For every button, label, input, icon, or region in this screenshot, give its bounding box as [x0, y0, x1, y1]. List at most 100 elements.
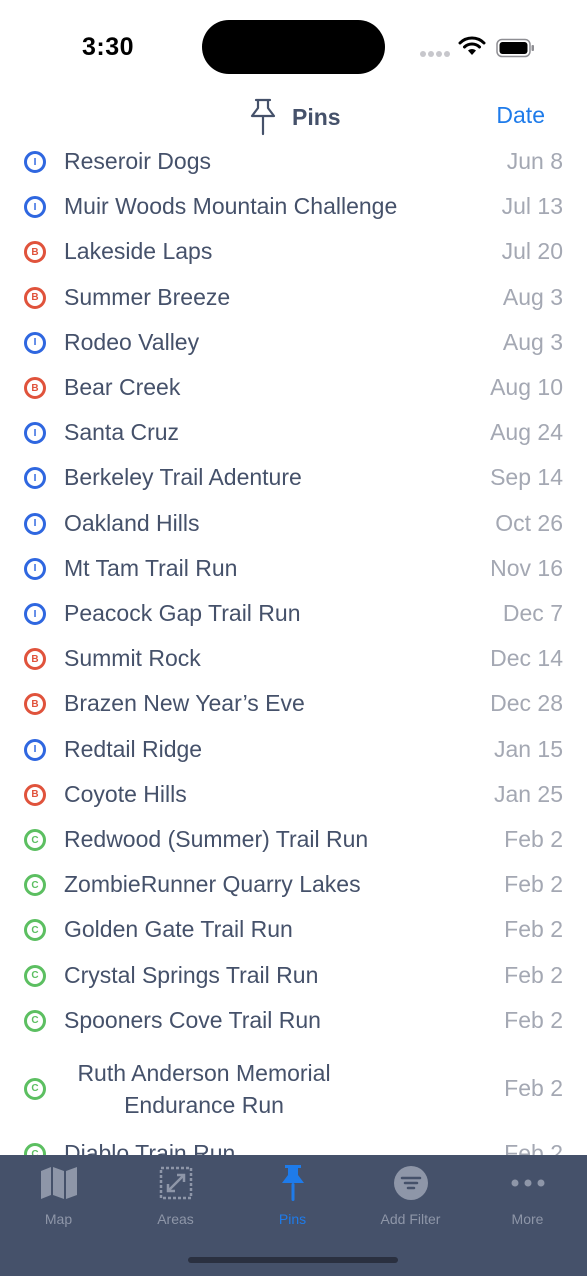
list-item[interactable]: I Mt Tam Trail Run Nov 16 — [0, 549, 587, 589]
pin-name: Reseroir Dogs — [64, 148, 211, 174]
list-item[interactable]: I Oakland Hills Oct 26 — [0, 504, 587, 544]
page-title-text: Pins — [292, 103, 341, 130]
pin-date: Sep 14 — [490, 464, 563, 491]
race-type-badge-icon: I — [24, 738, 46, 761]
tab-add-filter-label: Add Filter — [380, 1211, 441, 1227]
navigation-bar: Pins Date — [0, 90, 587, 140]
pin-date: Feb 2 — [504, 1140, 563, 1156]
pin-date: Jul 20 — [501, 238, 563, 265]
more-icon — [511, 1179, 544, 1187]
page-title: Pins — [248, 98, 341, 136]
pin-name: Mt Tam Trail Run — [64, 554, 238, 581]
list-item[interactable]: C Diablo Train Run Feb 2 — [0, 1134, 587, 1156]
pin-date: Feb 2 — [504, 1074, 563, 1101]
pin-date: Jun 8 — [506, 148, 563, 174]
tab-areas[interactable]: Areas — [117, 1163, 234, 1233]
pin-date: Dec 14 — [490, 645, 563, 672]
list-item[interactable]: I Rodeo Valley Aug 3 — [0, 323, 587, 363]
pin-name: Golden Gate Trail Run — [64, 916, 293, 943]
pin-name: Redwood (Summer) Trail Run — [64, 826, 369, 852]
pin-date: Aug 3 — [502, 328, 563, 355]
tab-pins-label: Pins — [278, 1211, 307, 1227]
pin-name: Crystal Springs Trail Run — [64, 961, 319, 988]
pin-name: Muir Woods Mountain Challenge — [64, 193, 398, 220]
pin-date: Feb 2 — [504, 961, 563, 988]
pin-date: Aug 3 — [502, 283, 563, 310]
pin-name: Coyote Hills — [64, 780, 187, 807]
race-type-badge-icon: I — [24, 196, 46, 219]
race-type-badge-icon: C — [24, 919, 46, 942]
pin-name: Rodeo Valley — [64, 328, 200, 355]
list-item[interactable]: B Brazen New Year’s Eve Dec 28 — [0, 684, 587, 724]
list-item[interactable]: C Crystal Springs Trail Run Feb 2 — [0, 956, 587, 996]
race-type-badge-icon: C — [24, 829, 46, 851]
cellular-signal-icon — [420, 44, 452, 62]
pin-name: Diablo Train Run — [64, 1140, 236, 1156]
list-item[interactable]: C Redwood (Summer) Trail Run Feb 2 — [0, 820, 587, 860]
tab-add-filter[interactable]: Add Filter — [352, 1163, 469, 1233]
list-item[interactable]: I Berkeley Trail Adenture Sep 14 — [0, 458, 587, 498]
race-type-badge-icon: B — [24, 783, 46, 806]
pin-name: Brazen New Year’s Eve — [64, 690, 305, 717]
race-type-badge-icon: C — [24, 1077, 46, 1100]
race-type-badge-icon: C — [24, 1009, 46, 1032]
map-icon — [40, 1167, 77, 1199]
list-item[interactable]: I Redtail Ridge Jan 15 — [0, 730, 587, 770]
pin-date: Feb 2 — [504, 871, 563, 898]
pin-date: Jan 25 — [493, 780, 563, 807]
tab-more[interactable]: More — [469, 1163, 586, 1233]
pin-date: Oct 26 — [495, 509, 563, 536]
list-item[interactable]: I Peacock Gap Trail Run Dec 7 — [0, 594, 587, 634]
pin-date: Dec 7 — [502, 600, 563, 626]
race-type-badge-icon: I — [24, 557, 46, 580]
tab-map[interactable]: Map — [0, 1163, 117, 1233]
race-type-badge-icon: I — [24, 331, 46, 354]
list-item[interactable]: C Ruth Anderson Memorial Endurance Run Feb… — [0, 1049, 587, 1129]
pin-name: Summit Rock — [64, 645, 201, 672]
filter-icon — [393, 1166, 428, 1200]
list-item[interactable]: C Golden Gate Trail Run Feb 2 — [0, 910, 587, 950]
race-type-badge-icon: I — [24, 151, 46, 173]
list-item[interactable]: B Bear Creek Aug 10 — [0, 368, 587, 408]
pin-date: Feb 2 — [504, 826, 563, 852]
pin-name: Spooners Cove Trail Run — [64, 1006, 321, 1033]
status-bar: 3:30 — [0, 0, 587, 90]
race-type-badge-icon: B — [24, 286, 46, 309]
battery-icon — [496, 38, 534, 58]
pin-date: Jan 15 — [493, 735, 563, 762]
tab-pins[interactable]: Pins — [234, 1163, 351, 1233]
pin-outline-icon — [250, 98, 276, 136]
pin-name: ZombieRunner Quarry Lakes — [64, 871, 361, 898]
race-type-badge-icon: I — [24, 467, 46, 490]
list-item[interactable]: I Muir Woods Mountain Challenge Jul 13 — [0, 187, 587, 227]
list-item[interactable]: I Santa Cruz Aug 24 — [0, 413, 587, 453]
pin-name: Oakland Hills — [64, 509, 200, 536]
tab-map-label: Map — [44, 1211, 73, 1227]
list-item[interactable]: C Spooners Cove Trail Run Feb 2 — [0, 1001, 587, 1041]
pin-date: Aug 24 — [490, 419, 563, 446]
pin-name: Bear Creek — [64, 374, 181, 400]
pin-date: Nov 16 — [490, 554, 563, 581]
list-item[interactable]: C ZombieRunner Quarry Lakes Feb 2 — [0, 865, 587, 905]
pin-name: Lakeside Laps — [64, 238, 213, 265]
areas-icon — [159, 1166, 192, 1200]
race-type-badge-icon: I — [24, 512, 46, 535]
pin-icon — [281, 1165, 304, 1201]
pin-date: Aug 10 — [490, 374, 563, 400]
sort-date-button[interactable]: Date — [496, 102, 545, 129]
pin-date: Jul 13 — [501, 193, 563, 220]
list-item[interactable]: B Coyote Hills Jan 25 — [0, 775, 587, 815]
pin-name: Berkeley Trail Adenture — [64, 464, 302, 491]
list-item[interactable]: B Lakeside Laps Jul 20 — [0, 232, 587, 272]
tab-areas-label: Areas — [157, 1211, 194, 1227]
pin-name: Santa Cruz — [64, 419, 180, 446]
list-item[interactable]: B Summit Rock Dec 14 — [0, 639, 587, 679]
race-type-badge-icon: C — [24, 874, 46, 897]
race-type-badge-icon: C — [24, 964, 46, 987]
list-item[interactable]: I Reseroir Dogs Jun 8 — [0, 142, 587, 182]
list-item[interactable]: B Summer Breeze Aug 3 — [0, 278, 587, 318]
pin-list[interactable]: I Reseroir Dogs Jun 8 I Muir Woods Mountain … — [0, 140, 587, 1156]
race-type-badge-icon: B — [24, 693, 46, 716]
race-type-badge-icon: I — [24, 422, 46, 445]
pin-date: Feb 2 — [504, 916, 563, 943]
